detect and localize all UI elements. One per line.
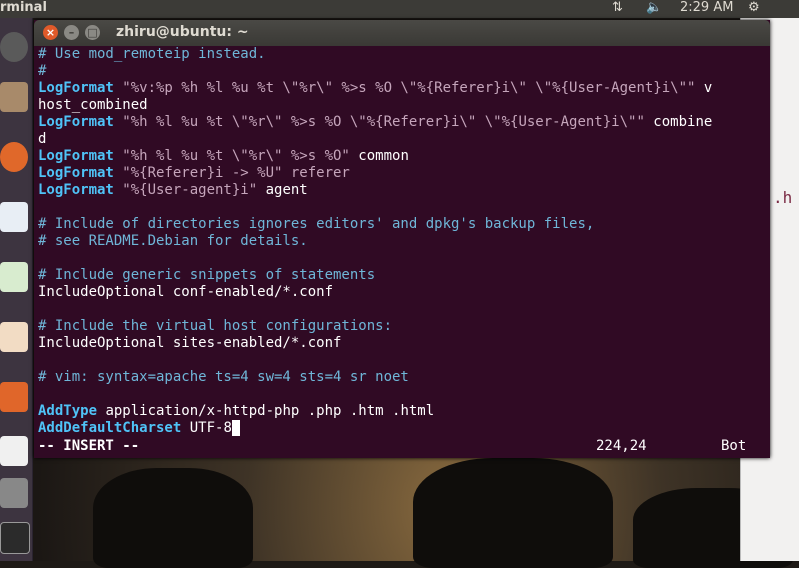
terminal-text-segment: LogFormat <box>38 182 114 198</box>
terminal-line: LogFormat "%{Referer}i -> %U" referer <box>38 165 766 182</box>
terminal-text-segment: # vim: syntax=apache ts=4 sw=4 sts=4 sr … <box>38 369 409 385</box>
amazon-icon[interactable] <box>0 436 28 466</box>
terminal-text-segment: IncludeOptional conf-enabled/*.conf <box>38 284 334 300</box>
terminal-window[interactable]: × – □ zhiru@ubuntu: ~ # Use mod_remoteip… <box>34 20 770 458</box>
terminal-titlebar[interactable]: × – □ zhiru@ubuntu: ~ <box>34 20 770 46</box>
terminal-text-segment: LogFormat <box>38 80 114 96</box>
terminal-text-segment: common <box>349 148 409 164</box>
background-window-text: .h <box>773 188 793 207</box>
terminal-text-segment: combine <box>644 114 713 130</box>
vim-mode: -- INSERT -- <box>38 438 140 454</box>
terminal-line: LogFormat "%h %l %u %t \"%r\" %>s %O" co… <box>38 148 766 165</box>
terminal-line: # Use mod_remoteip instead. <box>38 46 766 63</box>
terminal-line: LogFormat "%h %l %u %t \"%r\" %>s %O \"%… <box>38 114 766 131</box>
terminal-text-segment: AddDefaultCharset <box>38 420 182 436</box>
volume-icon[interactable]: 🔈 <box>646 0 662 16</box>
terminal-content[interactable]: # Use mod_remoteip instead. # LogFormat "%… <box>38 46 766 456</box>
tree-silhouette <box>413 458 613 568</box>
close-button[interactable]: × <box>43 25 58 40</box>
network-icon[interactable]: ⇅ <box>612 0 623 16</box>
vim-status-line: -- INSERT -- 224,24 Bot <box>38 438 766 455</box>
calc-icon[interactable] <box>0 262 28 292</box>
scroll-indicator: Bot <box>721 438 747 454</box>
terminal-text-segment: application/x-httpd-php .php .htm .html <box>97 403 435 419</box>
terminal-text-segment: # <box>38 63 47 79</box>
terminal-text-segment: AddType <box>38 403 98 419</box>
terminal-text-segment: UTF-8 <box>181 420 232 436</box>
terminal-text-segment: "%h %l %u %t \"%r\" %>s %O" <box>113 148 350 164</box>
terminal-line: host_combined <box>38 97 766 114</box>
terminal-text-segment: # Include of directories ignores editors… <box>38 216 595 232</box>
terminal-text-segment: "%v:%p %h %l %u %t \"%r\" %>s %O \"%{Ref… <box>113 80 696 96</box>
terminal-line: # Include of directories ignores editors… <box>38 216 766 233</box>
top-panel: rminal ⇅ 🔈 2:29 AM ⚙ <box>0 0 799 18</box>
close-icon: × <box>45 26 56 39</box>
terminal-text-segment: host_combined <box>38 97 148 113</box>
maximize-button[interactable]: □ <box>85 25 100 40</box>
software-center-icon[interactable] <box>0 382 28 412</box>
terminal-text-segment: LogFormat <box>38 148 114 164</box>
maximize-icon: □ <box>87 26 98 39</box>
terminal-text-segment: v <box>695 80 713 96</box>
terminal-line: # Include the virtual host configuration… <box>38 318 766 335</box>
tree-silhouette <box>93 468 253 568</box>
terminal-icon[interactable] <box>0 522 30 554</box>
terminal-line: # Include generic snippets of statements <box>38 267 766 284</box>
terminal-line: # see README.Debian for details. <box>38 233 766 250</box>
writer-icon[interactable] <box>0 202 28 232</box>
files-icon[interactable] <box>0 82 28 112</box>
terminal-text-segment: agent <box>257 182 308 198</box>
impress-icon[interactable] <box>0 322 28 352</box>
terminal-text-segment: # Include generic snippets of statements <box>38 267 376 283</box>
clock[interactable]: 2:29 AM <box>680 0 733 16</box>
cursor-position: 224,24 <box>596 438 647 454</box>
minimize-button[interactable]: – <box>64 25 79 40</box>
terminal-line: d <box>38 131 766 148</box>
firefox-icon[interactable] <box>0 142 28 172</box>
terminal-line: IncludeOptional conf-enabled/*.conf <box>38 284 766 301</box>
terminal-line: AddType application/x-httpd-php .php .ht… <box>38 403 766 420</box>
terminal-text-segment: d <box>38 131 47 147</box>
terminal-line: # vim: syntax=apache ts=4 sw=4 sts=4 sr … <box>38 369 766 386</box>
text-cursor <box>231 420 240 436</box>
terminal-text-segment: # Use mod_remoteip instead. <box>38 46 266 62</box>
window-title: zhiru@ubuntu: ~ <box>116 24 249 40</box>
minimize-icon: – <box>68 26 75 39</box>
terminal-text-segment: IncludeOptional sites-enabled/*.conf <box>38 335 342 351</box>
terminal-line: # <box>38 63 766 80</box>
terminal-text-segment: LogFormat <box>38 165 114 181</box>
launcher <box>0 18 33 561</box>
terminal-text-segment: "%{Referer}i -> %U" referer <box>113 165 350 181</box>
app-title: rminal <box>0 0 47 15</box>
ubuntu-dash-icon[interactable] <box>0 32 28 62</box>
terminal-line: IncludeOptional sites-enabled/*.conf <box>38 335 766 352</box>
terminal-text-segment: "%h %l %u %t \"%r\" %>s %O \"%{Referer}i… <box>113 114 645 130</box>
terminal-text-segment: "%{User-agent}i" <box>113 182 258 198</box>
terminal-line: AddDefaultCharset UTF-8 <box>38 420 766 437</box>
terminal-line: LogFormat "%{User-agent}i" agent <box>38 182 766 199</box>
gear-icon[interactable]: ⚙ <box>748 0 760 16</box>
terminal-text-segment: LogFormat <box>38 114 114 130</box>
updater-icon[interactable] <box>0 478 28 508</box>
terminal-text-segment: # see README.Debian for details. <box>38 233 308 249</box>
terminal-text-segment: # Include the virtual host configuration… <box>38 318 393 334</box>
terminal-line: LogFormat "%v:%p %h %l %u %t \"%r\" %>s … <box>38 80 766 97</box>
